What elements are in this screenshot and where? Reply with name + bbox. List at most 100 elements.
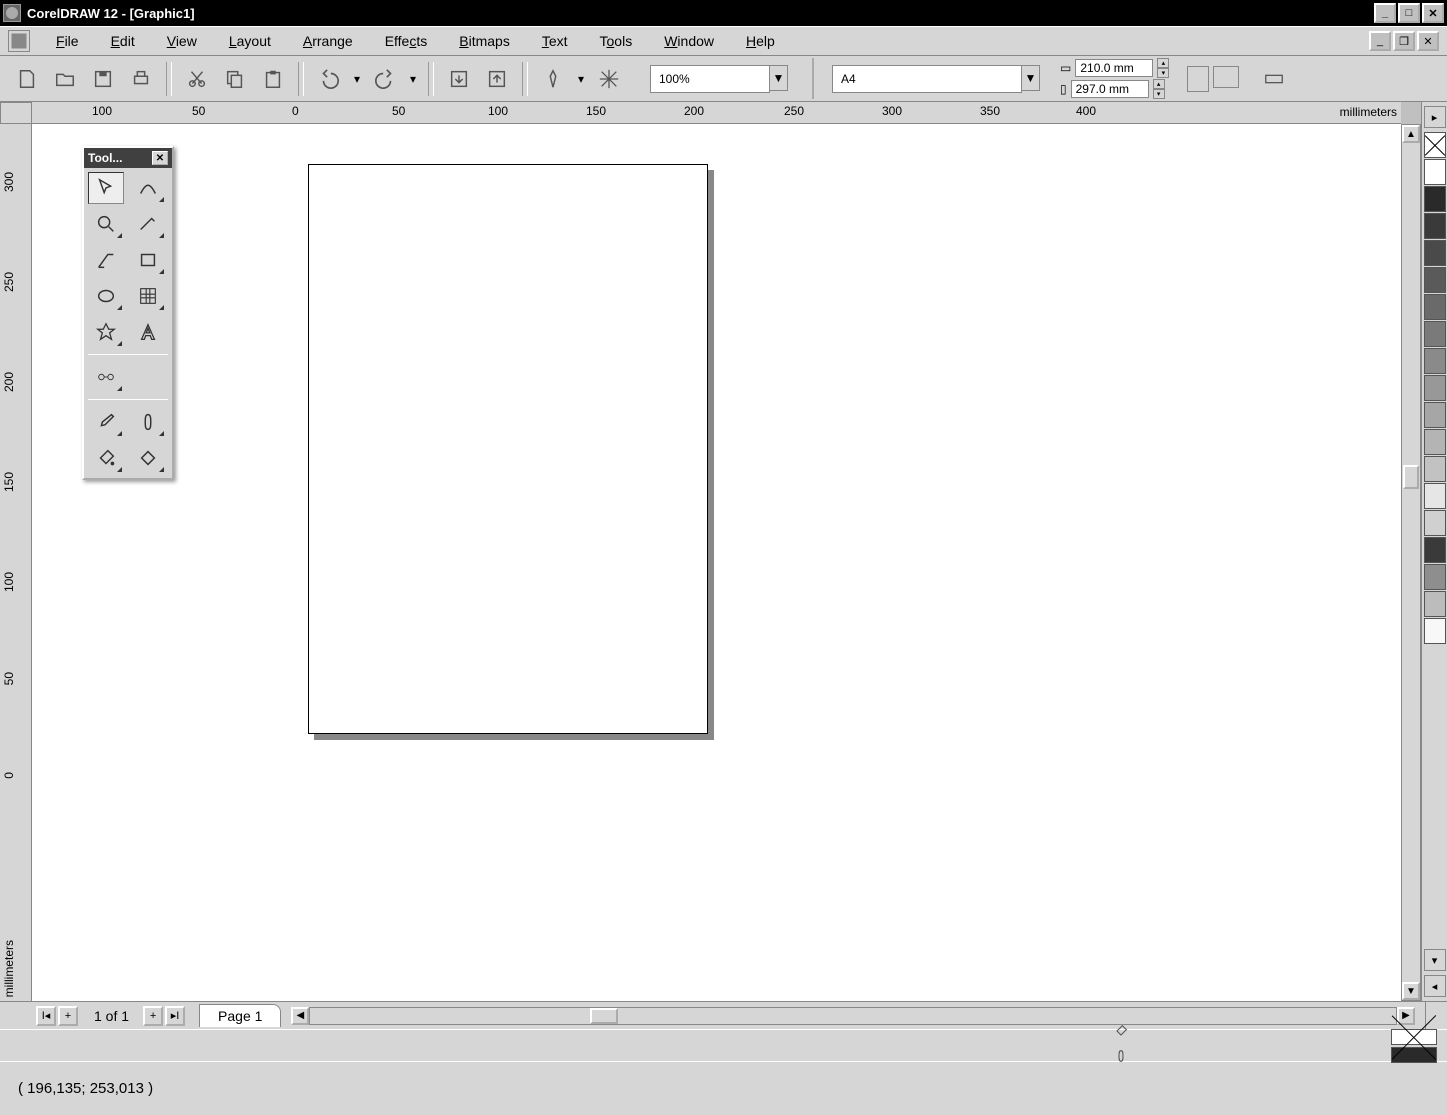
maximize-button[interactable]: □ <box>1398 3 1420 23</box>
hscroll-thumb[interactable] <box>590 1008 618 1024</box>
pick-tool[interactable] <box>88 172 124 204</box>
palette-options-button[interactable]: ▸ <box>1424 106 1446 128</box>
corel-online-button[interactable] <box>592 62 626 96</box>
color-swatch[interactable] <box>1424 159 1446 185</box>
landscape-button[interactable] <box>1213 66 1239 88</box>
rectangle-tool[interactable] <box>130 244 166 276</box>
print-button[interactable] <box>124 62 158 96</box>
color-swatch[interactable] <box>1424 294 1446 320</box>
palette-scroll-down[interactable]: ▾ <box>1424 949 1446 971</box>
height-spinner[interactable]: ▴▾ <box>1153 79 1165 99</box>
menu-help[interactable]: Help <box>730 29 791 53</box>
palette-expand[interactable]: ◂ <box>1424 975 1446 997</box>
undo-button[interactable] <box>312 62 346 96</box>
menu-file[interactable]: File <box>40 29 95 53</box>
color-swatch[interactable] <box>1424 564 1446 590</box>
app-launcher-dropdown[interactable]: ▾ <box>574 62 588 96</box>
units-button[interactable] <box>1257 62 1291 96</box>
ruler-origin[interactable] <box>0 102 32 124</box>
menu-edit[interactable]: Edit <box>95 29 151 53</box>
graph-paper-tool[interactable] <box>130 280 166 312</box>
app-launcher-button[interactable] <box>536 62 570 96</box>
color-swatch[interactable] <box>1424 537 1446 563</box>
paper-size-dropdown-arrow[interactable]: ▼ <box>1022 65 1040 91</box>
menu-view[interactable]: View <box>151 29 213 53</box>
scroll-left-arrow[interactable]: ◀ <box>291 1007 309 1025</box>
doc-restore-button[interactable]: ❐ <box>1393 31 1415 51</box>
vertical-ruler[interactable]: millimeters 300250200150100500 <box>0 124 32 1001</box>
outline-tool-icon[interactable] <box>1113 1046 1129 1069</box>
horizontal-ruler[interactable]: millimeters 1005005010015020025030035040… <box>32 102 1401 124</box>
ellipse-tool[interactable] <box>88 280 124 312</box>
color-swatch[interactable] <box>1424 348 1446 374</box>
width-spinner[interactable]: ▴▾ <box>1157 58 1169 78</box>
menu-text[interactable]: Text <box>526 29 584 53</box>
fill-tool[interactable] <box>88 442 124 474</box>
menu-effects[interactable]: Effects <box>369 29 444 53</box>
zoom-combo[interactable]: 100% ▼ <box>640 65 788 93</box>
redo-dropdown[interactable]: ▾ <box>406 62 420 96</box>
color-swatch[interactable] <box>1424 267 1446 293</box>
color-swatch[interactable] <box>1424 483 1446 509</box>
vscroll-thumb[interactable] <box>1403 465 1419 489</box>
color-swatch[interactable] <box>1424 591 1446 617</box>
zoom-dropdown-arrow[interactable]: ▼ <box>770 65 788 91</box>
status-fill-swatch[interactable] <box>1391 1029 1437 1045</box>
page[interactable] <box>308 164 708 734</box>
color-swatch[interactable] <box>1424 240 1446 266</box>
menu-tools[interactable]: Tools <box>584 29 649 53</box>
menu-arrange[interactable]: Arrange <box>287 29 369 53</box>
save-button[interactable] <box>86 62 120 96</box>
doc-minimize-button[interactable]: _ <box>1369 31 1391 51</box>
color-swatch[interactable] <box>1424 510 1446 536</box>
drawing-area[interactable]: Tool... ✕ <box>32 124 1401 1001</box>
new-button[interactable] <box>10 62 44 96</box>
paste-button[interactable] <box>256 62 290 96</box>
undo-dropdown[interactable]: ▾ <box>350 62 364 96</box>
interactive-fill-tool[interactable] <box>130 442 166 474</box>
last-page-button[interactable]: ▸I <box>165 1006 185 1026</box>
smart-drawing-tool[interactable] <box>88 244 124 276</box>
outline-tool[interactable] <box>130 406 166 438</box>
scroll-down-arrow[interactable]: ▼ <box>1402 982 1420 1000</box>
import-button[interactable] <box>442 62 476 96</box>
copy-button[interactable] <box>218 62 252 96</box>
export-button[interactable] <box>480 62 514 96</box>
color-swatch[interactable] <box>1424 402 1446 428</box>
horizontal-scrollbar[interactable]: ◀ ▶ <box>291 1002 1415 1029</box>
open-button[interactable] <box>48 62 82 96</box>
add-page-after-button[interactable]: + <box>143 1006 163 1026</box>
color-swatch[interactable] <box>1424 456 1446 482</box>
no-fill-swatch[interactable] <box>1424 132 1446 158</box>
toolbox-titlebar[interactable]: Tool... ✕ <box>84 148 172 168</box>
color-swatch[interactable] <box>1424 186 1446 212</box>
scroll-up-arrow[interactable]: ▲ <box>1402 125 1420 143</box>
page-tab-1[interactable]: Page 1 <box>199 1004 281 1027</box>
menu-window[interactable]: Window <box>648 29 730 53</box>
doc-close-button[interactable]: ✕ <box>1417 31 1439 51</box>
toolbox-close-button[interactable]: ✕ <box>152 151 168 165</box>
page-width-input[interactable]: 210.0 mm <box>1075 59 1153 77</box>
eyedropper-tool[interactable] <box>88 406 124 438</box>
app-menu-icon[interactable] <box>8 30 30 52</box>
shape-tool[interactable] <box>130 172 166 204</box>
menu-bitmaps[interactable]: Bitmaps <box>443 29 526 53</box>
color-swatch[interactable] <box>1424 375 1446 401</box>
first-page-button[interactable]: I◂ <box>36 1006 56 1026</box>
hscroll-track[interactable] <box>309 1007 1397 1025</box>
menu-layout[interactable]: Layout <box>213 29 287 53</box>
redo-button[interactable] <box>368 62 402 96</box>
paper-size-combo[interactable]: A4 ▼ <box>832 65 1040 93</box>
portrait-button[interactable] <box>1187 66 1209 92</box>
color-swatch[interactable] <box>1424 429 1446 455</box>
close-button[interactable]: ✕ <box>1422 3 1444 23</box>
vertical-scrollbar[interactable]: ▲ ▼ <box>1401 124 1421 1001</box>
interactive-blend-tool[interactable] <box>88 361 124 393</box>
cut-button[interactable] <box>180 62 214 96</box>
freehand-tool[interactable] <box>130 208 166 240</box>
color-swatch[interactable] <box>1424 618 1446 644</box>
minimize-button[interactable]: _ <box>1374 3 1396 23</box>
fill-tool-icon[interactable] <box>1111 1023 1131 1042</box>
polygon-tool[interactable] <box>88 316 124 348</box>
zoom-tool[interactable] <box>88 208 124 240</box>
